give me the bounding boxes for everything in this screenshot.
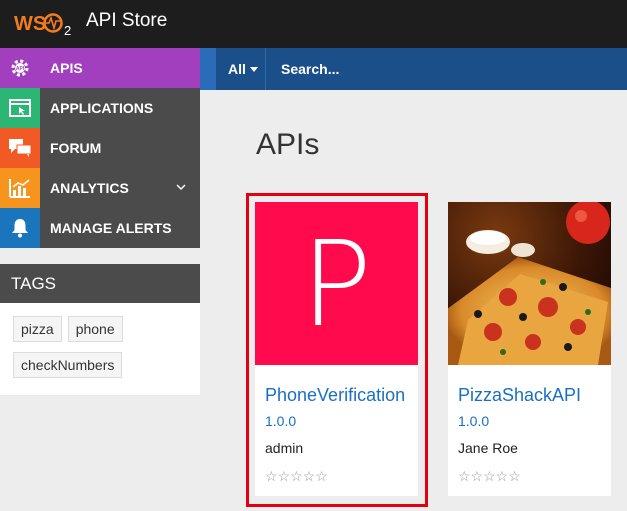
api-version: 1.0.0 (265, 413, 297, 429)
api-provider: admin (265, 440, 304, 456)
api-gear-icon: API (0, 48, 40, 88)
bell-icon (0, 208, 40, 248)
api-name-link[interactable]: PizzaShackAPI (458, 385, 581, 406)
caret-down-icon (249, 66, 258, 72)
app-title: API Store (86, 10, 168, 31)
sidebar-item-applications[interactable]: APPLICATIONS (0, 88, 200, 128)
sidebar-item-manage-alerts[interactable]: MANAGE ALERTS (0, 208, 200, 248)
api-card-pizzashackapi[interactable]: PizzaShackAPI 1.0.0 Jane Roe ☆☆☆☆☆ (448, 202, 611, 496)
search-filter-dropdown[interactable]: All (216, 48, 266, 90)
sidebar-item-label: MANAGE ALERTS (50, 220, 172, 236)
tags-panel: TAGS pizza phone checkNumbers (0, 264, 200, 395)
api-version: 1.0.0 (458, 413, 490, 429)
search-bar: All (200, 48, 627, 90)
thumbnail-letter: P (300, 214, 373, 353)
svg-text:API: API (16, 66, 25, 72)
tag-checknumbers[interactable]: checkNumbers (13, 352, 123, 378)
tag-list: pizza phone checkNumbers (0, 303, 200, 395)
bar-chart-icon (0, 168, 40, 208)
svg-text:2: 2 (64, 23, 71, 37)
sidebar-item-apis[interactable]: API APIS (0, 48, 200, 88)
search-input[interactable] (267, 48, 627, 90)
api-provider: Jane Roe (458, 440, 518, 456)
page-title: APIs (256, 128, 320, 161)
pizza-photo[interactable] (448, 202, 611, 365)
api-thumbnail[interactable]: P (255, 202, 418, 365)
chevron-down-icon[interactable] (176, 182, 186, 192)
star-rating[interactable]: ☆☆☆☆☆ (265, 468, 328, 485)
window-icon (0, 88, 40, 128)
sidebar-item-label: ANALYTICS (50, 180, 129, 196)
sidebar-item-forum[interactable]: FORUM (0, 128, 200, 168)
tag-pizza[interactable]: pizza (13, 316, 62, 342)
star-rating[interactable]: ☆☆☆☆☆ (458, 468, 521, 485)
top-bar: WS 2 API Store (0, 0, 627, 48)
search-bar-accent (200, 48, 216, 90)
sidebar-nav: API APIS APPLICATIONS FORUM ANALYTICS MA… (0, 48, 200, 248)
api-card-phoneverification[interactable]: P PhoneVerification 1.0.0 admin ☆☆☆☆☆ (255, 202, 418, 496)
sidebar-item-label: APIS (50, 60, 83, 76)
filter-label: All (228, 61, 246, 77)
svg-text:WS: WS (14, 13, 46, 35)
tag-phone[interactable]: phone (67, 316, 123, 342)
sidebar-item-analytics[interactable]: ANALYTICS (0, 168, 200, 208)
wso2-logo[interactable]: WS 2 (14, 9, 78, 37)
sidebar-item-label: APPLICATIONS (50, 100, 154, 116)
sidebar-item-label: FORUM (50, 140, 102, 156)
tags-title: TAGS (0, 264, 200, 303)
chat-icon (0, 128, 40, 168)
api-name-link[interactable]: PhoneVerification (265, 385, 405, 406)
